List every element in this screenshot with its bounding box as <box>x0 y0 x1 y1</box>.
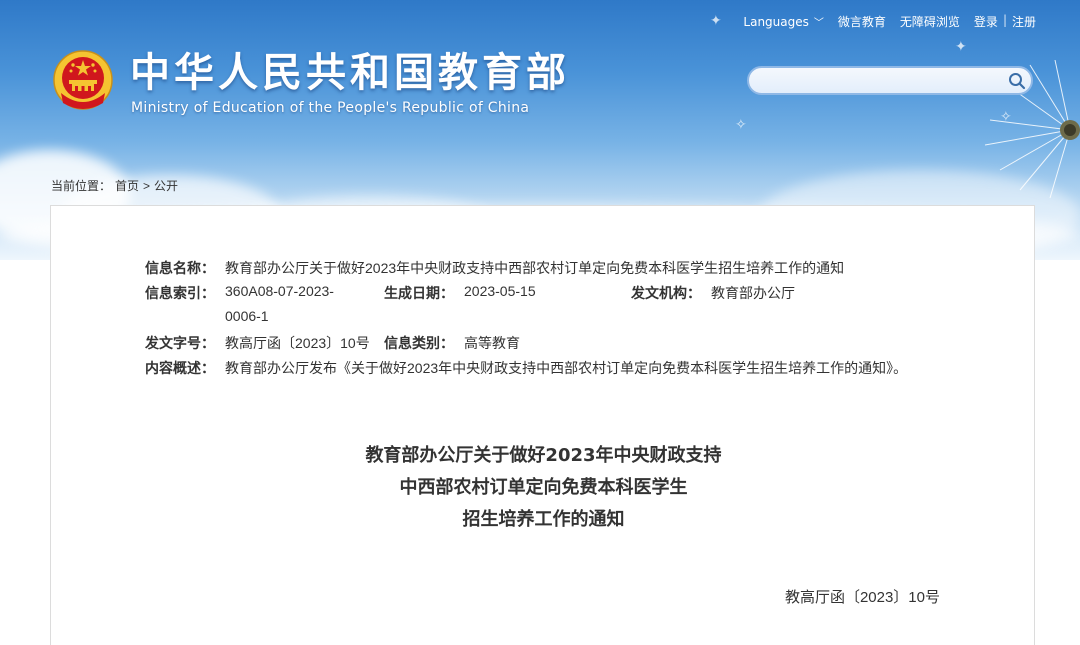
date-value: 2023-05-15 <box>464 283 536 299</box>
accessibility-link[interactable]: 无障碍浏览 <box>900 13 960 30</box>
category-label: 信息类别： <box>384 335 454 351</box>
document-title-line: 教育部办公厅关于做好2023年中央财政支持 <box>365 445 722 466</box>
summary-value: 教育部办公厅发布《关于做好2023年中央财政支持中西部农村订单定向免费本科医学生… <box>225 360 908 376</box>
languages-label: Languages <box>743 15 809 29</box>
login-link[interactable]: 登录 <box>974 13 998 30</box>
info-index-value-continued: 0006-1 <box>225 308 269 324</box>
site-subtitle: Ministry of Education of the People's Re… <box>131 100 530 116</box>
info-name-value: 教育部办公厅关于做好2023年中央财政支持中西部农村订单定向免费本科医学生招生培… <box>225 260 845 276</box>
chevron-down-icon: ﹀ <box>813 18 824 29</box>
info-index-value: 360A08-07-2023- <box>225 283 334 299</box>
breadcrumb-prefix: 当前位置： <box>51 179 112 193</box>
breadcrumb: 当前位置： 首页 > 公开 <box>51 177 182 194</box>
info-index-label: 信息索引： <box>145 285 215 301</box>
search-button[interactable] <box>1003 69 1031 93</box>
register-link[interactable]: 注册 <box>1012 13 1036 30</box>
document-title-line: 中西部农村订单定向免费本科医学生 <box>399 477 688 498</box>
site-title[interactable]: 中华人民共和国教育部 <box>130 50 570 96</box>
breadcrumb-current[interactable]: 公开 <box>154 179 178 193</box>
agency-label: 发文机构： <box>631 285 701 301</box>
divider: | <box>1002 13 1007 27</box>
account-links: 登录 | 注册 <box>974 13 1036 30</box>
document-title-line: 招生培养工作的通知 <box>462 509 625 530</box>
document-number: 教高厅函〔2023〕10号 <box>784 589 940 606</box>
breadcrumb-home-link[interactable]: 首页 <box>115 179 139 193</box>
info-name-label: 信息名称： <box>145 260 215 276</box>
agency-value: 教育部办公厅 <box>711 285 795 301</box>
languages-menu[interactable]: Languages ﹀ <box>743 14 823 29</box>
date-label: 生成日期： <box>384 285 454 301</box>
doc-number-label: 发文字号： <box>145 335 215 351</box>
search-input[interactable] <box>749 68 1003 93</box>
category-value: 高等教育 <box>464 335 520 351</box>
breadcrumb-separator: > <box>143 179 151 193</box>
content-panel: 信息名称： 教育部办公厅关于做好2023年中央财政支持中西部农村订单定向免费本科… <box>50 205 1035 645</box>
document-title: 教育部办公厅关于做好2023年中央财政支持 中西部农村订单定向免费本科医学生 招… <box>51 440 1036 536</box>
wechat-link[interactable]: 微言教育 <box>838 13 886 30</box>
top-navigation: Languages ﹀ 微言教育 无障碍浏览 登录 | 注册 <box>743 13 1036 30</box>
search-box <box>747 66 1033 95</box>
doc-number-value: 教高厅函〔2023〕10号 <box>225 335 370 351</box>
search-icon <box>1009 72 1026 89</box>
national-emblem-icon[interactable] <box>51 49 115 115</box>
summary-label: 内容概述： <box>145 360 215 376</box>
